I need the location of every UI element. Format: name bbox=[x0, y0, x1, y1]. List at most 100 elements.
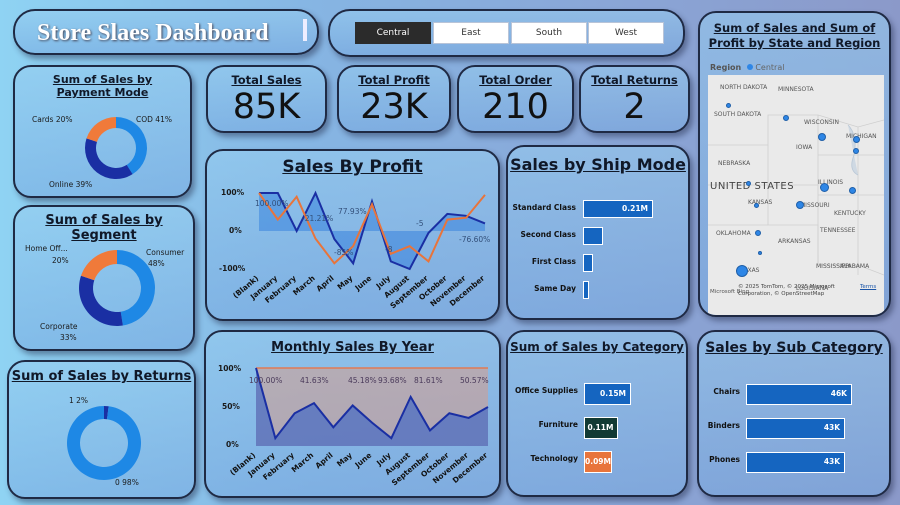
kpi-value: 85K bbox=[232, 87, 301, 127]
annotation: 41.63% bbox=[300, 376, 329, 385]
map-bubble[interactable] bbox=[796, 201, 804, 209]
bar-label: First Class bbox=[531, 257, 576, 266]
tab-south[interactable]: South bbox=[511, 22, 587, 44]
map-bubble[interactable] bbox=[736, 265, 748, 277]
map-place-label: ALABAMA bbox=[840, 263, 870, 270]
map-place-label: MINNESOTA bbox=[778, 86, 814, 93]
annotation: 93.68% bbox=[378, 376, 407, 385]
ytick: 0% bbox=[229, 226, 242, 235]
bar[interactable] bbox=[583, 281, 589, 299]
segment-card: Sum of Sales by Segment Home Off... 20% … bbox=[13, 205, 195, 351]
map-place-label: SOUTH DAKOTA bbox=[714, 111, 762, 118]
map-place-label: TENNESSEE bbox=[820, 227, 856, 234]
map-bubble[interactable] bbox=[819, 182, 829, 192]
map-bubble[interactable] bbox=[783, 115, 789, 121]
donut-slice-online[interactable] bbox=[85, 138, 133, 179]
kpi-label: Total Sales bbox=[231, 73, 302, 87]
annotation: -21.21% bbox=[302, 214, 334, 223]
x-tick-label: March bbox=[290, 451, 316, 475]
label-consumer-pct: 48% bbox=[148, 259, 165, 268]
legend-dot-icon bbox=[746, 64, 753, 70]
kpi-value: 210 bbox=[482, 87, 549, 127]
map-place-label: MISSOURI bbox=[800, 202, 830, 209]
donut-slice-returns-no[interactable] bbox=[66, 406, 141, 480]
returns-card: Sum of Sales by Returns 1 2% 0 98% bbox=[7, 360, 196, 499]
returns-donut bbox=[66, 406, 141, 480]
bar[interactable] bbox=[583, 227, 603, 245]
card-title: Sales by Ship Mode bbox=[510, 155, 686, 174]
map-bubble[interactable] bbox=[853, 148, 859, 154]
sales-by-profit-chart: (Blank)JanuaryFebruaryMarchApril MayJune J… bbox=[231, 190, 487, 310]
map-bubble[interactable] bbox=[753, 202, 759, 208]
bar[interactable]: 0.09M bbox=[584, 451, 613, 473]
label-cards: Cards 20% bbox=[32, 115, 73, 124]
map-canvas[interactable]: NORTH DAKOTA MINNESOTA SOUTH DAKOTA WISCONS… bbox=[708, 75, 884, 315]
label-returns-yes: 1 2% bbox=[69, 396, 89, 405]
map-card: Sum of Sales and Sum of Profit by State … bbox=[698, 11, 891, 317]
label-cod: COD 41% bbox=[136, 115, 172, 124]
x-tick-label: June bbox=[353, 274, 374, 293]
bar[interactable] bbox=[583, 254, 593, 272]
label-home-office-pct: 20% bbox=[52, 256, 69, 265]
monthly-sales-chart: (Blank)JanuaryFebruaryMarchApril May June J… bbox=[228, 367, 490, 487]
donut-slice-cards[interactable] bbox=[86, 117, 116, 142]
card-title: Sales by Sub Category bbox=[705, 340, 883, 356]
annotation: 45.18% bbox=[348, 376, 377, 385]
tab-central[interactable]: Central bbox=[355, 22, 431, 44]
annotation: 50.57% bbox=[460, 376, 489, 385]
kpi-value: 23K bbox=[360, 87, 428, 127]
map-bubble[interactable] bbox=[755, 230, 761, 236]
card-title: Sum of Sales by Category bbox=[510, 340, 684, 354]
x-tick-label: April bbox=[315, 274, 336, 294]
label-consumer: Consumer bbox=[146, 248, 185, 257]
title-cursor bbox=[303, 19, 307, 41]
donut-slice-home-office[interactable] bbox=[81, 250, 117, 281]
payment-mode-card: Sum of Sales by Payment Mode Cards 20% C… bbox=[13, 65, 192, 198]
bar-label: Binders bbox=[707, 421, 740, 430]
header-card: Store Slaes Dashboard bbox=[13, 9, 319, 55]
donut-slice-cod[interactable] bbox=[116, 117, 147, 175]
tab-west[interactable]: West bbox=[588, 22, 664, 44]
donut-slice-corporate[interactable] bbox=[79, 275, 123, 326]
bar[interactable]: 0.11M bbox=[584, 417, 619, 439]
map-place-label: UNITED STATES bbox=[710, 181, 795, 192]
map-place-label: KENTUCKY bbox=[834, 210, 866, 217]
map-bubble[interactable] bbox=[818, 133, 826, 141]
bar[interactable]: 0.21M bbox=[583, 200, 653, 218]
bar[interactable]: 0.15M bbox=[584, 383, 631, 405]
map-attribution: © 2025 TomTom, © 2025 Microsoft Corporat… bbox=[738, 284, 835, 297]
bar-label: Second Class bbox=[520, 230, 576, 239]
ytick: -100% bbox=[219, 264, 246, 273]
label-corporate: Corporate bbox=[40, 322, 78, 331]
map-place-label: WISCONSIN bbox=[804, 119, 839, 126]
map-bubble[interactable] bbox=[848, 186, 856, 194]
ytick: 100% bbox=[221, 188, 245, 197]
terms-link[interactable]: Terms bbox=[860, 284, 876, 290]
map-place-label: NEBRASKA bbox=[718, 160, 751, 167]
kpi-label: Total Order bbox=[479, 73, 552, 87]
map-bubble[interactable] bbox=[852, 135, 860, 143]
bar[interactable]: 43K bbox=[746, 452, 846, 473]
bar-label: Same Day bbox=[534, 284, 576, 293]
category-card: Sum of Sales by Category Office Supplies… bbox=[506, 330, 688, 497]
legend-title: Region bbox=[710, 63, 742, 72]
map-place-label: NORTH DAKOTA bbox=[720, 84, 768, 91]
map-legend: Region Central bbox=[710, 63, 784, 72]
map-bubble[interactable] bbox=[725, 102, 731, 108]
bar-label: Phones bbox=[709, 455, 740, 464]
annotation: -76.60% bbox=[459, 235, 491, 244]
map-bubble[interactable] bbox=[758, 251, 762, 255]
bar[interactable]: 43K bbox=[746, 418, 846, 439]
map-place-label: ARKANSAS bbox=[778, 238, 811, 245]
map-bubble[interactable] bbox=[745, 180, 751, 186]
label-online: Online 39% bbox=[49, 180, 93, 189]
sub-category-card: Sales by Sub Category Chairs 46K Binders 43… bbox=[697, 330, 891, 497]
ytick: 50% bbox=[222, 402, 240, 411]
tab-east[interactable]: East bbox=[433, 22, 509, 44]
dashboard-title: Store Slaes Dashboard bbox=[37, 20, 269, 46]
annotation: 100.00% bbox=[255, 199, 289, 208]
x-tick-label: May bbox=[336, 274, 355, 292]
kpi-total-sales: Total Sales 85K bbox=[206, 65, 327, 133]
bar[interactable]: 46K bbox=[746, 384, 852, 405]
kpi-total-returns: Total Returns 2 bbox=[579, 65, 690, 133]
